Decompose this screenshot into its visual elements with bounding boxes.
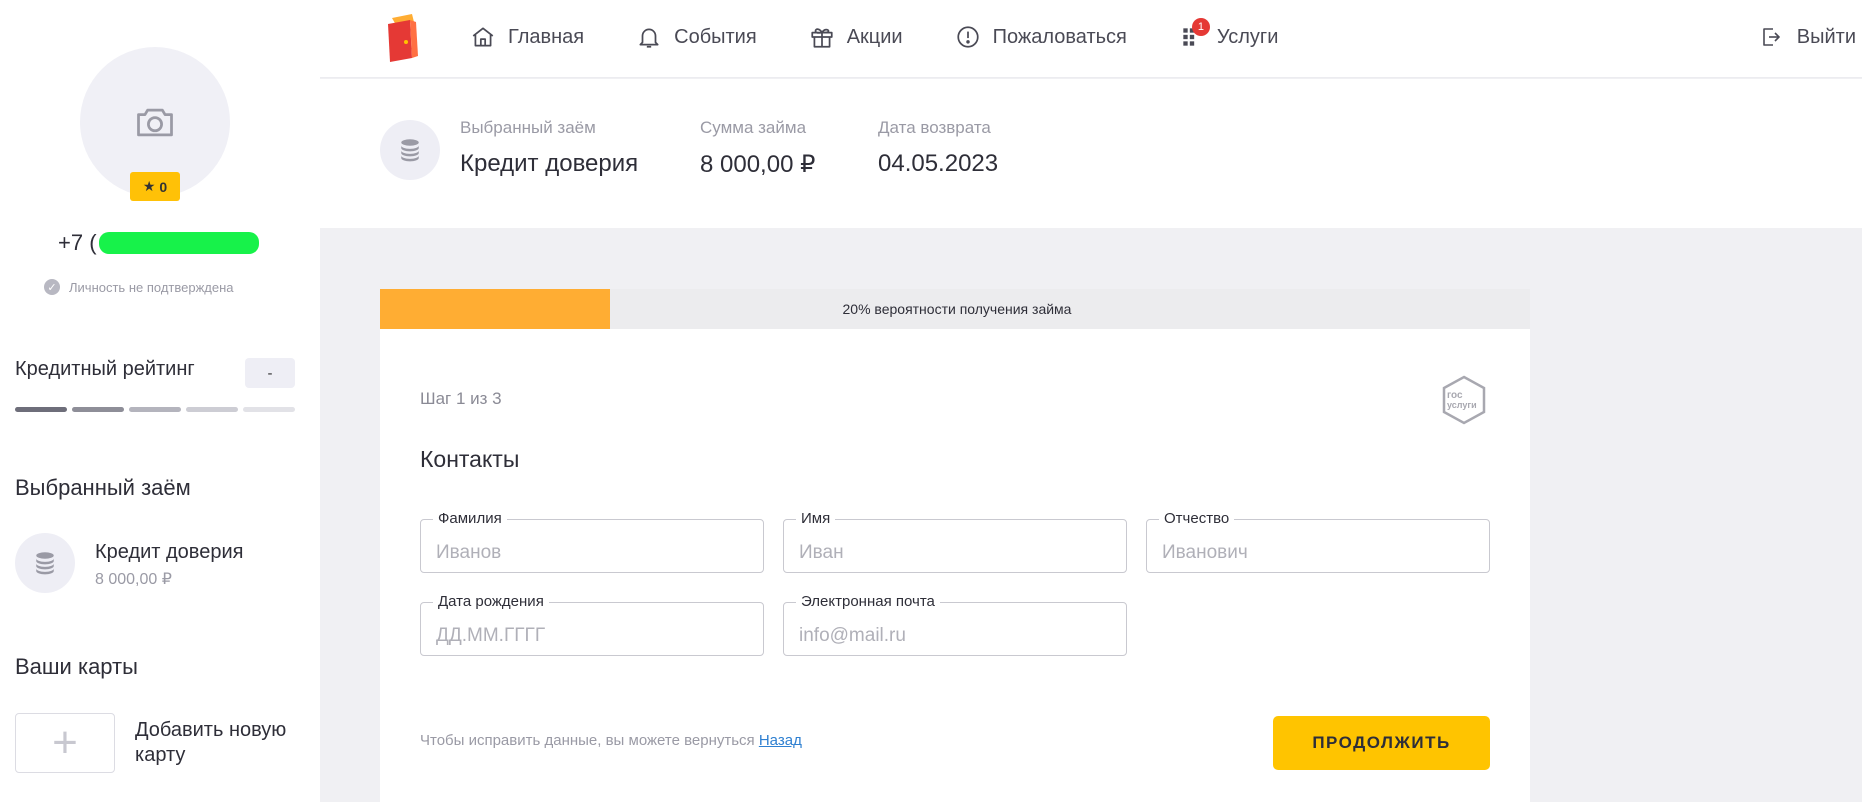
nav-item-label: Главная: [508, 25, 585, 48]
nav-item-label: Пожаловаться: [992, 25, 1127, 48]
check-circle-icon: ✓: [44, 279, 60, 295]
nav-item-complain[interactable]: Пожаловаться: [955, 24, 1127, 50]
cards-title: Ваши карты: [15, 654, 138, 679]
first-name-input[interactable]: [784, 520, 1126, 572]
loan-sum-label: Сумма займа: [700, 118, 807, 137]
selected-loan-column: Выбранный заём Кредит доверия: [460, 118, 638, 178]
selected-loan-label: Выбранный заём: [460, 118, 596, 137]
approval-progress-bar: 20% вероятности получения займа: [380, 289, 1530, 329]
birth-date-field: Дата рождения: [420, 593, 764, 656]
credit-rating-value: -: [245, 358, 295, 388]
rating-badge: ★ 0: [130, 172, 180, 201]
patronymic-field: Отчество: [1146, 510, 1490, 573]
coins-icon: [15, 533, 75, 593]
logout-icon: [1762, 28, 1780, 46]
home-icon: [472, 27, 494, 47]
step-indicator: Шаг 1 из 3: [420, 389, 502, 408]
plus-icon: +: [52, 718, 78, 767]
email-input[interactable]: [784, 603, 1126, 655]
birth-date-input[interactable]: [421, 603, 763, 655]
return-date-value: 04.05.2023: [878, 150, 999, 177]
return-date-label: Дата возврата: [878, 118, 991, 137]
credit-rating-bar: [15, 407, 67, 412]
main-nav: Главная События Акции Пожаловаться 1 Усл…: [470, 0, 1330, 74]
top-header: Главная События Акции Пожаловаться 1 Усл…: [320, 0, 1862, 78]
back-hint-text: Чтобы исправить данные, вы можете вернут…: [420, 732, 755, 749]
loan-sum-value: 8 000,00 ₽: [700, 151, 816, 178]
selected-loan-value: Кредит доверия: [460, 150, 639, 177]
email-field: Электронная почта: [783, 593, 1127, 656]
identity-status: ✓ Личность не подтверждена: [44, 279, 234, 295]
identity-status-text: Личность не подтверждена: [69, 279, 234, 295]
logout-label: Выйти: [1796, 25, 1856, 48]
last-name-input[interactable]: [421, 520, 763, 572]
return-date-column: Дата возврата 04.05.2023: [878, 118, 998, 178]
logout-button[interactable]: Выйти: [1759, 0, 1856, 74]
gosuslugi-logo-icon[interactable]: гос услуги: [1440, 374, 1488, 426]
nav-item-promotions[interactable]: Акции: [809, 24, 903, 50]
credit-rating-bar: [72, 407, 124, 412]
approval-progress-label: 20% вероятности получения займа: [842, 301, 1072, 317]
credit-rating-label: Кредитный рейтинг: [15, 358, 195, 380]
gosuslugi-logo-line2: услуги: [1447, 400, 1477, 410]
credit-rating-bars: [15, 407, 295, 412]
contacts-form-card: 20% вероятности получения займа Шаг 1 из…: [380, 289, 1530, 802]
nav-item-events[interactable]: События: [636, 24, 757, 50]
phone-number: +7 (: [58, 230, 259, 256]
nav-item-services[interactable]: 1 Услуги: [1179, 18, 1279, 50]
loan-sum-column: Сумма займа 8 000,00 ₽: [700, 118, 815, 179]
rating-badge-value: 0: [159, 178, 168, 195]
phone-redaction: [98, 232, 259, 254]
nav-item-label: Акции: [846, 25, 903, 48]
credit-rating-bar: [186, 407, 238, 412]
back-link[interactable]: Назад: [759, 732, 802, 749]
last-name-field: Фамилия: [420, 510, 764, 573]
selected-loan-summary: Выбранный заём Кредит доверия Сумма займ…: [320, 79, 1862, 228]
continue-button[interactable]: ПРОДОЛЖИТЬ: [1273, 716, 1490, 770]
nav-item-label: События: [674, 25, 757, 48]
logo-icon[interactable]: [382, 12, 422, 64]
phone-prefix: +7 (: [58, 230, 97, 255]
nav-item-label: Услуги: [1216, 25, 1279, 48]
add-card-button[interactable]: +: [15, 713, 115, 773]
nav-item-home[interactable]: Главная: [470, 24, 584, 50]
bell-icon: [639, 28, 659, 48]
first-name-field: Имя: [783, 510, 1127, 573]
gift-icon: [811, 28, 833, 48]
exclamation-icon: [956, 26, 979, 48]
coins-icon: [380, 120, 440, 180]
credit-rating-bar: [129, 407, 181, 412]
services-notification-badge: 1: [1191, 18, 1210, 36]
star-icon: ★: [142, 178, 156, 194]
sidebar-loan-sum: 8 000,00 ₽: [95, 571, 172, 588]
credit-rating-bar: [243, 407, 295, 412]
back-hint: Чтобы исправить данные, вы можете вернут…: [420, 732, 802, 749]
patronymic-input[interactable]: [1147, 520, 1489, 572]
sidebar: ★ 0 +7 ( ✓ Личность не подтверждена Кред…: [0, 0, 320, 802]
sidebar-loan-name: Кредит доверия: [95, 541, 244, 563]
add-card-label[interactable]: Добавить новую карту: [135, 718, 305, 768]
contacts-section-title: Контакты: [420, 446, 520, 472]
camera-icon: [137, 108, 173, 137]
selected-loan-title: Выбранный заём: [15, 475, 191, 500]
